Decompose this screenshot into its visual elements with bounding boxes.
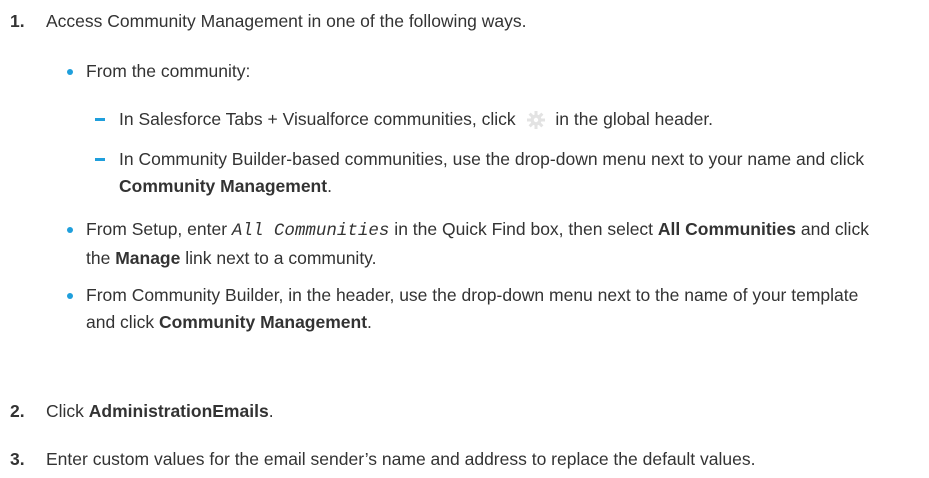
bullet-icon (67, 293, 73, 299)
step-suffix: . (268, 401, 274, 421)
bullet-icon (67, 227, 73, 233)
administration-emails-label: AdministrationEmails (88, 401, 269, 421)
step-number: 3. (10, 449, 25, 469)
step-number: 1. (10, 11, 25, 31)
instruction-document: 1. Access Community Management in one of… (0, 0, 929, 478)
setup-text-b: in the Quick Find box, then select (389, 219, 658, 239)
sub-text-b: in the global header. (550, 109, 714, 129)
bullet-text: From the community: (86, 61, 251, 81)
dash-icon (95, 158, 105, 161)
all-communities-label: All Communities (657, 219, 796, 239)
step-text: Access Community Management in one of th… (46, 11, 527, 31)
manage-link-label: Manage (115, 248, 181, 268)
step-text: Enter custom values for the email sender… (46, 449, 756, 469)
setup-text-d: link next to a community. (180, 248, 377, 268)
community-management-label: Community Management (158, 312, 368, 332)
sub-text-a: In Salesforce Tabs + Visualforce communi… (119, 109, 521, 129)
step-prefix: Click (46, 401, 89, 421)
builder-text-b: . (367, 312, 372, 332)
gear-icon (524, 109, 548, 131)
sub-text-b: . (327, 176, 332, 196)
setup-text-a: From Setup, enter (86, 219, 232, 239)
community-management-link: Community Management (119, 176, 328, 196)
quick-find-code: All Communities (231, 221, 390, 241)
bullet-icon (67, 69, 73, 75)
dash-icon (95, 118, 105, 121)
step-number: 2. (10, 401, 25, 421)
sub-text-a: In Community Builder-based communities, … (119, 149, 865, 169)
